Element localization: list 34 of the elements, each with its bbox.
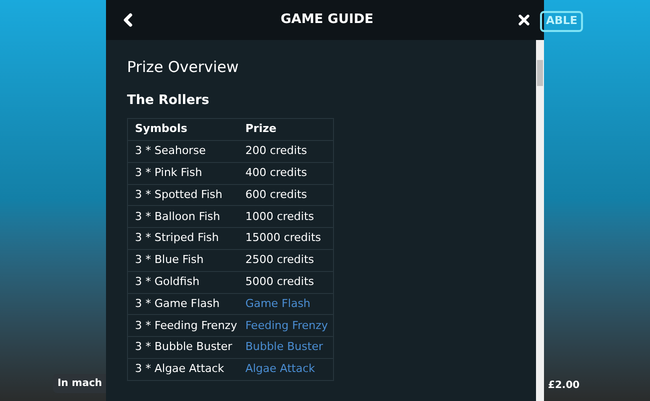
table-cell: 400 credits [238, 162, 334, 184]
scrollbar[interactable] [536, 40, 544, 401]
close-icon [516, 12, 532, 28]
table-cell: 3 * Seahorse [128, 140, 238, 162]
balance-label: In mach [53, 374, 106, 393]
table-cell: 3 * Blue Fish [128, 249, 238, 272]
table-cell: 600 credits [238, 184, 334, 206]
table-cell: 3 * Game Flash [128, 293, 238, 315]
table-cell: 200 credits [238, 140, 334, 162]
table-cell: 1000 credits [238, 206, 334, 228]
table-cell: 3 * Bubble Buster [128, 336, 238, 358]
badge-text: ABLE [540, 11, 584, 32]
column-header: Symbols [128, 118, 238, 140]
table-cell: 3 * Striped Fish [128, 228, 238, 250]
bet-value: £2.00 [548, 379, 580, 393]
table-cell: 3 * Spotted Fish [128, 184, 238, 206]
close-button[interactable] [516, 12, 532, 28]
feature-link[interactable]: Algae Attack [238, 358, 334, 380]
table-cell: 3 * Balloon Fish [128, 206, 238, 228]
table-cell: 3 * Algae Attack [128, 358, 238, 380]
subsection-title: The Rollers [127, 92, 210, 110]
table-cell: 3 * Pink Fish [128, 162, 238, 184]
feature-link[interactable]: Game Flash [238, 293, 334, 315]
dialog-title: GAME GUIDE [280, 11, 374, 30]
section-title: Prize Overview [127, 57, 240, 78]
feature-link[interactable]: Feeding Frenzy [238, 314, 334, 337]
table-cell: 5000 credits [238, 271, 334, 294]
scrollbar-thumb[interactable] [537, 60, 543, 86]
table-cell: 3 * Goldfish [128, 271, 238, 294]
column-header: Prize [238, 118, 334, 140]
feature-link[interactable]: Bubble Buster [238, 336, 334, 358]
table-cell: 15000 credits [238, 228, 334, 250]
table-cell: 2500 credits [238, 249, 334, 272]
table-cell: 3 * Feeding Frenzy [128, 314, 238, 337]
